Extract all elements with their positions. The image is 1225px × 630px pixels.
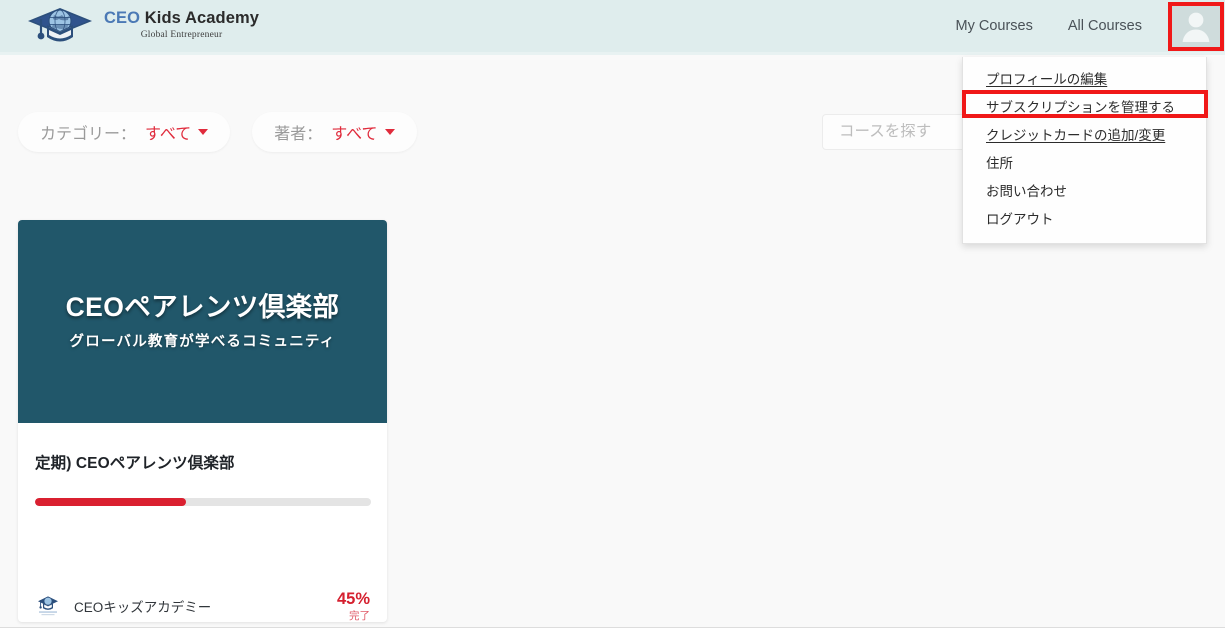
nav-link-all-courses[interactable]: All Courses [1068, 18, 1142, 34]
menu-item-contact[interactable]: お問い合わせ [963, 178, 1206, 206]
filter-category-label: カテゴリー： [40, 126, 137, 143]
site-header: CEO Kids Academy Global Entrepreneur My … [0, 0, 1225, 52]
menu-item-edit-profile[interactable]: プロフィールの編集 [963, 65, 1206, 93]
user-avatar-icon [1182, 12, 1210, 42]
progress-bar-fill [35, 498, 187, 506]
filter-author-value: すべて [331, 126, 378, 143]
filter-category-value: すべて [145, 126, 192, 143]
filter-category[interactable]: カテゴリー： すべて [18, 112, 231, 152]
chevron-down-icon [384, 129, 395, 135]
account-dropdown-menu: プロフィールの編集 サブスクリプションを管理する クレジットカードの追加/変更 … [962, 57, 1207, 244]
avatar[interactable] [1172, 6, 1220, 47]
brand-logo-link[interactable]: CEO Kids Academy Global Entrepreneur [24, 0, 259, 52]
course-author-name: CEOキッズアカデミー [74, 600, 212, 616]
menu-item-logout[interactable]: ログアウト [963, 206, 1206, 234]
course-title: 定期) CEOペアレンツ倶楽部 [35, 455, 235, 472]
brand-subtitle: Global Entrepreneur [140, 29, 223, 40]
filter-bar: カテゴリー： すべて 著者： すべて [18, 112, 417, 152]
course-card[interactable]: CEOペアレンツ倶楽部 グローバル教育が学べるコミュニティ 定期) CEOペアレ… [18, 220, 387, 622]
brand-title-rest: Kids Academy [144, 9, 260, 28]
chevron-down-icon [198, 129, 209, 135]
brand-title-accent: CEO [104, 9, 141, 28]
course-author: CEOキッズアカデミー [35, 593, 212, 620]
header-underline [0, 52, 1225, 55]
brand-text: CEO Kids Academy Global Entrepreneur [104, 10, 259, 40]
progress-bar-track [35, 498, 371, 506]
progress-percent: 45% [336, 589, 370, 608]
brand-title: CEO Kids Academy [104, 10, 259, 27]
menu-item-manage-subscription[interactable]: サブスクリプションを管理する [963, 93, 1206, 121]
avatar-menu-button[interactable] [1168, 1, 1224, 51]
course-card-footer: CEOキッズアカデミー 45% 完了 [35, 589, 370, 622]
menu-item-address[interactable]: 住所 [963, 149, 1206, 177]
main-navigation: My Courses All Courses [956, 0, 1225, 52]
ceo-kids-academy-logo [35, 593, 61, 620]
nav-link-my-courses[interactable]: My Courses [956, 18, 1033, 34]
menu-item-credit-card[interactable]: クレジットカードの追加/変更 [963, 121, 1206, 149]
course-card-body: 定期) CEOペアレンツ倶楽部 CEOキッズアカデミー 45% 完了 [18, 451, 387, 622]
course-card-banner: CEOペアレンツ倶楽部 グローバル教育が学べるコミュニティ [18, 220, 387, 423]
filter-author[interactable]: 著者： すべて [252, 112, 417, 152]
banner-title: CEOペアレンツ倶楽部 [65, 292, 340, 323]
graduation-cap-globe-logo [28, 8, 92, 42]
progress-stats: 45% 完了 [336, 589, 370, 622]
progress-completion-label: 完了 [349, 609, 370, 622]
banner-subtitle: グローバル教育が学べるコミュニティ [69, 333, 336, 350]
filter-author-label: 著者： [274, 126, 323, 143]
